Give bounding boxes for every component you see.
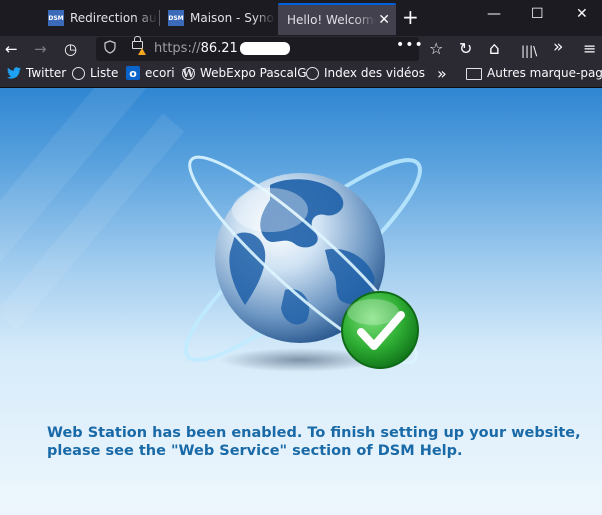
bookmark-star-icon[interactable]: ☆: [429, 38, 443, 60]
overflow-menu-button[interactable]: »: [553, 36, 563, 58]
tracking-shield-icon[interactable]: [104, 40, 116, 58]
redacted-url-region: [240, 42, 290, 55]
back-button[interactable]: ←: [5, 38, 18, 60]
message-line-2: please see the "Web Service" section of …: [47, 443, 463, 459]
close-tab-icon[interactable]: ✕: [378, 12, 390, 28]
tab-title: Maison - Syno: [190, 11, 274, 25]
tab-maison[interactable]: DSM Maison - Syno: [160, 4, 275, 32]
bookmark-twitter[interactable]: Twitter: [7, 66, 66, 80]
bookmark-label: WebExpo PascalG: [200, 66, 307, 80]
library-icon[interactable]: |||\: [521, 40, 537, 62]
wordpress-icon: W: [182, 66, 195, 80]
globe-icon: [72, 66, 85, 80]
bookmark-index-des-videos[interactable]: Index des vidéos: [306, 66, 425, 80]
globe-checkmark-illustration: [184, 155, 422, 372]
address-bar[interactable]: https://86.21 •••: [96, 36, 423, 61]
minimize-button[interactable]: —: [487, 6, 501, 22]
web-station-page: Web Station has been enabled. To finish …: [0, 88, 602, 515]
message-line-1: Web Station has been enabled. To finish …: [47, 425, 581, 441]
dsm-favicon-icon: DSM: [48, 10, 64, 26]
bookmark-label: Liste: [90, 66, 119, 80]
twitter-icon: [7, 66, 21, 80]
tab-title: Hello! Welcome: [287, 13, 377, 27]
maximize-button[interactable]: ☐: [531, 6, 544, 22]
bookmark-liste[interactable]: Liste: [72, 66, 118, 80]
bookmark-label: Twitter: [26, 66, 67, 80]
folder-icon: [466, 68, 482, 80]
dsm-favicon-icon: DSM: [168, 10, 184, 26]
bookmark-label: Index des vidéos: [324, 66, 425, 80]
bookmark-label: ecori: [145, 66, 175, 80]
close-window-button[interactable]: ✕: [576, 6, 588, 22]
background-light-streak: [0, 88, 182, 276]
warning-icon: [138, 48, 146, 55]
reload-button[interactable]: ↻: [459, 38, 472, 60]
outlook-icon: o: [126, 66, 140, 80]
history-icon[interactable]: ◷: [64, 38, 77, 60]
home-button[interactable]: ⌂: [489, 38, 500, 60]
web-station-enabled-message: Web Station has been enabled. To finish …: [47, 424, 587, 460]
globe-icon: [306, 66, 319, 80]
new-tab-button[interactable]: +: [402, 6, 419, 28]
tab-hello-welcome[interactable]: Hello! Welcome ✕: [278, 3, 396, 35]
tab-title: Redirection au: [70, 11, 157, 25]
page-actions-button[interactable]: •••: [396, 37, 424, 53]
forward-button[interactable]: →: [34, 38, 47, 60]
url-text: https://86.21: [154, 41, 238, 56]
other-bookmarks-folder[interactable]: Autres marque-pages: [466, 66, 602, 80]
bookmarks-toolbar: Twitter Liste o ecori W WebExpo PascalG …: [0, 63, 602, 88]
tab-redirection[interactable]: DSM Redirection au: [40, 4, 158, 32]
bookmark-ecori[interactable]: o ecori: [126, 66, 175, 80]
bottom-fade: [0, 509, 602, 515]
tab-strip: DSM Redirection au DSM Maison - Syno Hel…: [0, 0, 602, 36]
navigation-toolbar: ← → ◷ https://86.21 ••• ☆ ↻ ⌂ |||\ » ≡: [0, 36, 602, 63]
bookmark-label: Autres marque-pages: [487, 66, 602, 80]
bookmark-webexpo-pascalg[interactable]: W WebExpo PascalG: [182, 66, 307, 80]
bookmarks-overflow-chevron-icon[interactable]: »: [437, 64, 447, 83]
hamburger-menu-icon[interactable]: ≡: [583, 38, 596, 60]
globe-highlight: [232, 188, 308, 232]
